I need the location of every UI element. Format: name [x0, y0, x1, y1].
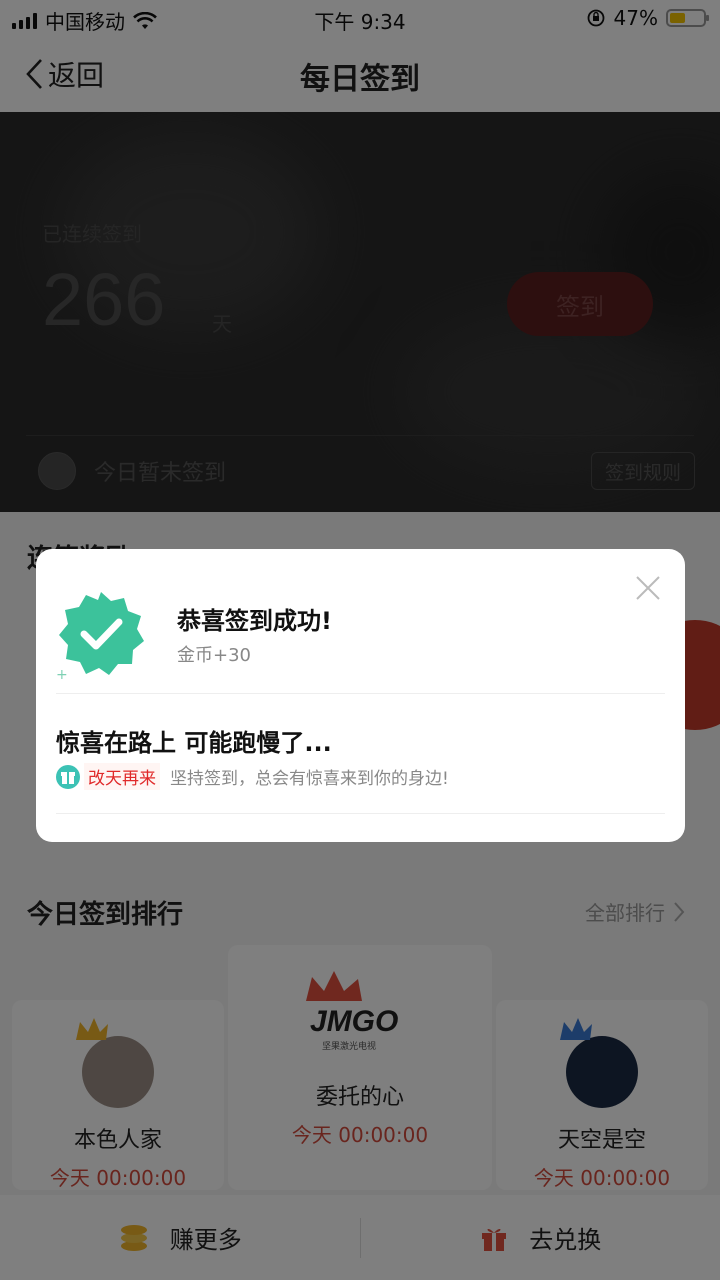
success-badge	[56, 589, 146, 679]
coin-reward: 金币+30	[177, 645, 251, 666]
dialog-divider	[56, 693, 665, 694]
sparkle-icon: +	[56, 667, 68, 683]
surprise-heading: 惊喜在路上 可能跑慢了...	[56, 729, 332, 757]
checkin-success-dialog: + 恭喜签到成功! 金币+30 惊喜在路上 可能跑慢了... 改天再来 坚持签到…	[36, 549, 685, 842]
come-back-tag: 改天再来	[84, 763, 160, 790]
close-icon[interactable]	[635, 575, 661, 601]
dialog-divider	[56, 813, 665, 814]
surprise-tip-row: 改天再来 坚持签到，总会有惊喜来到你的身边!	[56, 763, 449, 790]
dialog-title: 恭喜签到成功!	[177, 607, 332, 635]
gift-icon	[56, 764, 80, 789]
surprise-tip: 坚持签到，总会有惊喜来到你的身边!	[170, 769, 449, 789]
success-check-icon	[59, 592, 144, 675]
